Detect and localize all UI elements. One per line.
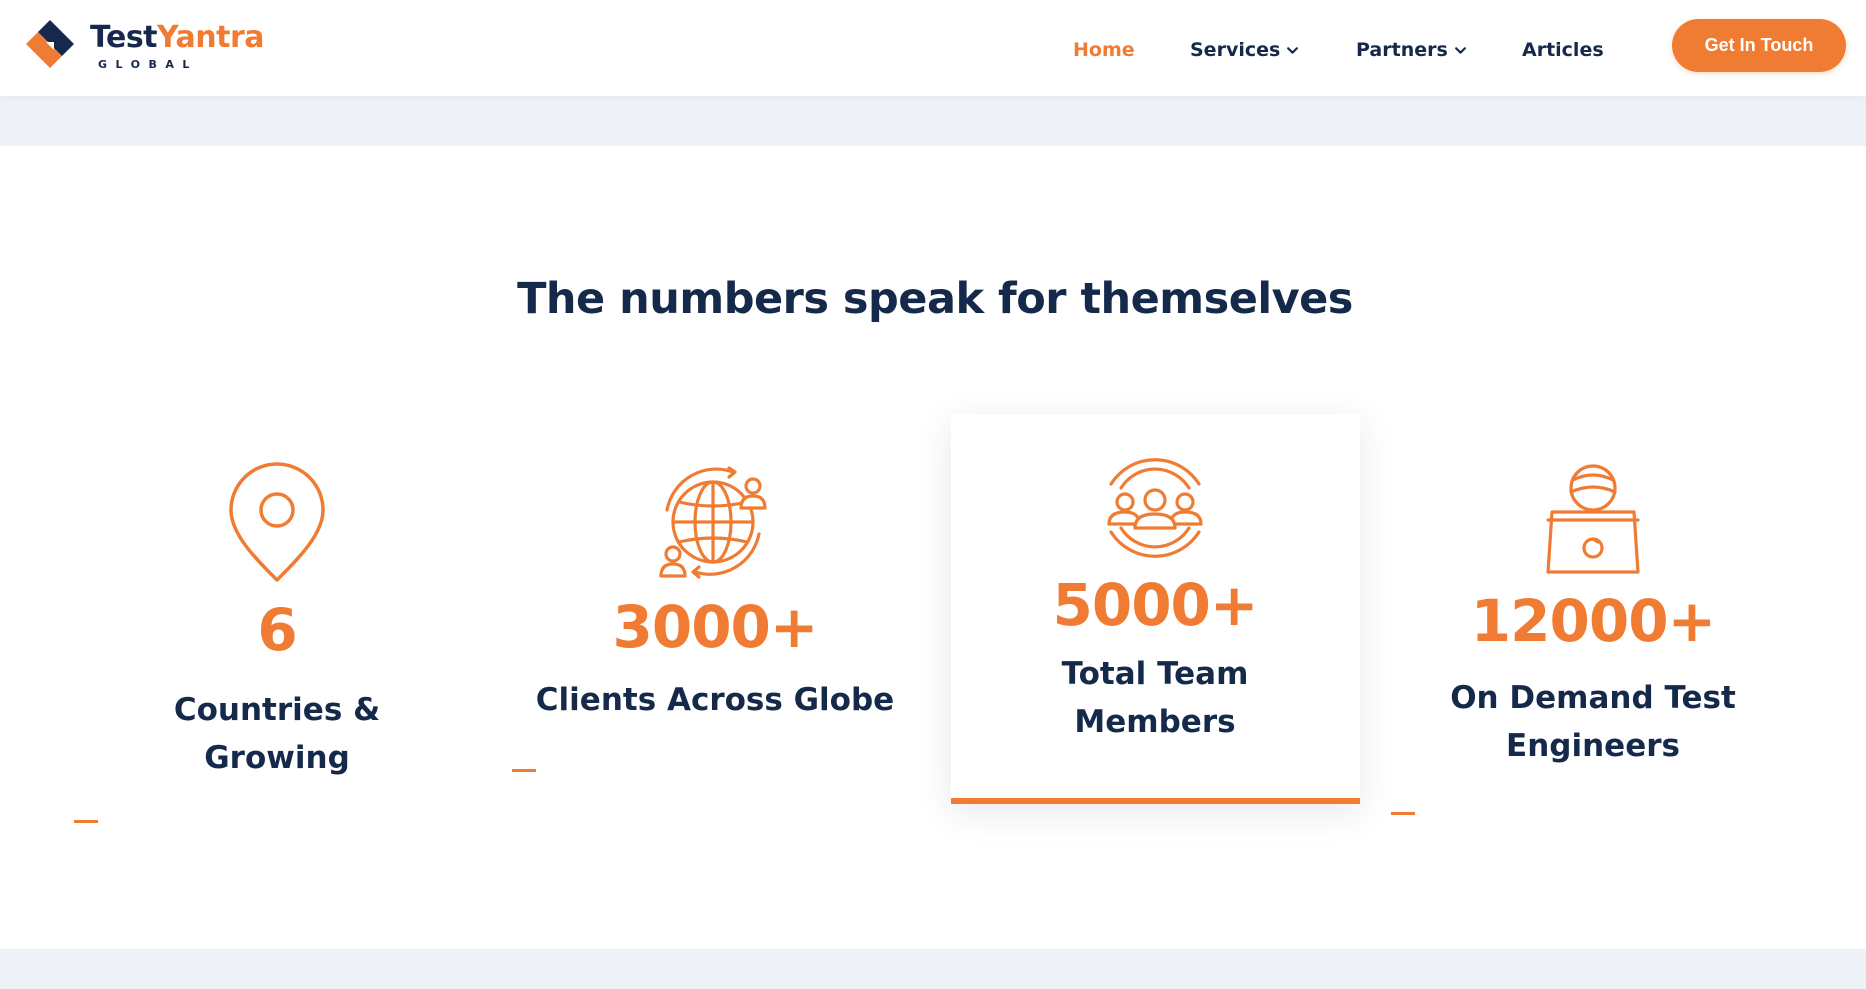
stat-label: Total Team Members <box>1061 656 1249 740</box>
engineer-laptop-icon <box>1546 464 1640 574</box>
header-band <box>0 96 1866 146</box>
stat-countries: 6 Countries & Growing <box>72 460 482 782</box>
brand-logo[interactable]: TestYantra GLOBAL <box>24 18 264 74</box>
globe-clients-icon <box>659 466 767 579</box>
stat-label: On Demand Test Engineers <box>1450 680 1736 764</box>
section-title: The numbers speak for themselves <box>517 274 1353 324</box>
stat-label: Clients Across Globe <box>535 682 895 718</box>
location-pin-icon <box>229 462 325 582</box>
nav-partners[interactable]: Partners <box>1356 39 1467 61</box>
stat-test-engineers: 12000+ On Demand Test Engineers <box>1388 460 1798 770</box>
highlight-card-underline <box>951 798 1360 804</box>
stat-clients: 3000+ Clients Across Globe <box>510 462 920 724</box>
stat-value: 3000+ <box>612 593 818 661</box>
footer-band <box>0 949 1866 989</box>
get-in-touch-button[interactable]: Get In Touch <box>1672 19 1846 72</box>
decorative-dash <box>512 769 536 772</box>
stat-label: Countries & Growing <box>173 692 381 776</box>
brand-wordmark: TestYantra <box>90 20 264 55</box>
chevron-down-icon <box>1454 46 1466 54</box>
stat-value: 5000+ <box>1052 571 1258 639</box>
chevron-down-icon <box>1287 46 1299 54</box>
nav-articles[interactable]: Articles <box>1522 39 1604 61</box>
brand-subtitle: GLOBAL <box>98 58 198 71</box>
team-group-icon <box>1107 458 1203 558</box>
decorative-dash <box>1391 812 1415 815</box>
stat-value: 6 <box>257 596 297 664</box>
stat-value: 12000+ <box>1470 587 1716 655</box>
site-header: TestYantra GLOBAL Home Services Partners… <box>0 0 1866 96</box>
decorative-dash <box>74 820 98 823</box>
nav-services[interactable]: Services <box>1190 39 1299 61</box>
testyantra-logo-mark-icon <box>26 20 74 68</box>
nav-home[interactable]: Home <box>1073 39 1135 61</box>
stat-team-members: 5000+ Total Team Members <box>950 448 1360 746</box>
